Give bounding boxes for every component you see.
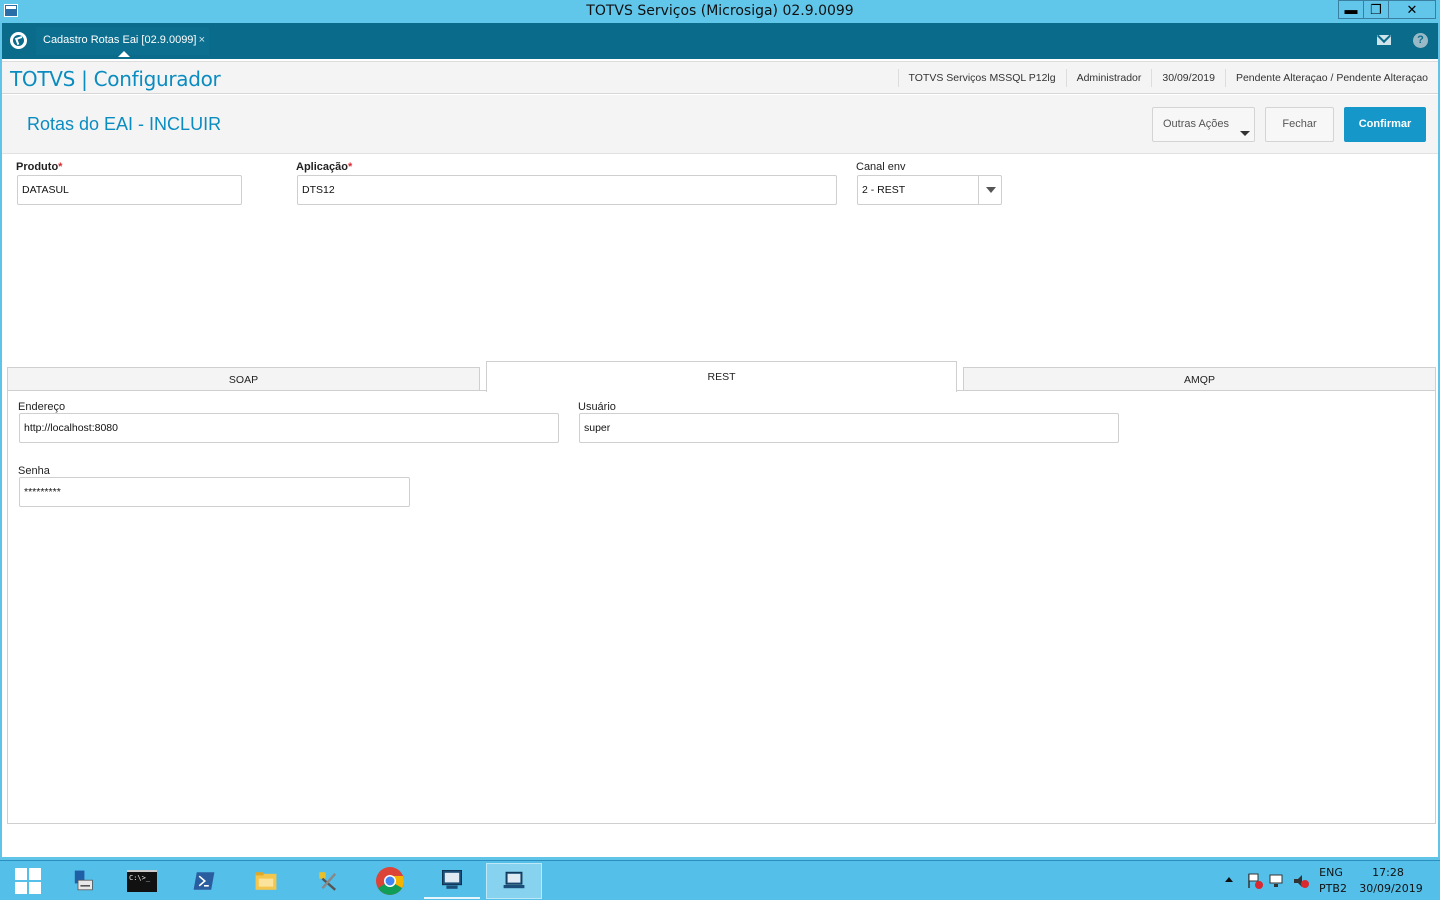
totvs-logo-icon[interactable]	[10, 32, 27, 49]
environment-label: TOTVS Serviços MSSQL P12lg	[897, 68, 1066, 87]
volume-muted-icon[interactable]	[1292, 873, 1310, 889]
file-explorer-button[interactable]	[238, 863, 294, 899]
totvs-smartclient-button[interactable]	[424, 863, 480, 899]
close-window-button[interactable]: ✕	[1388, 0, 1436, 19]
status-label: Pendente Alteraçao / Pendente Alteraçao	[1224, 68, 1438, 87]
chrome-icon	[376, 867, 404, 895]
produto-input[interactable]: DATASUL	[17, 175, 242, 205]
tab-cadastro-rotas-eai[interactable]: Cadastro Rotas Eai [02.9.0099] ×	[36, 27, 209, 57]
canal-env-value: 2 - REST	[862, 184, 906, 196]
window-title-bar: TOTVS Serviços (Microsiga) 02.9.0099 ▬ ❐…	[0, 0, 1440, 23]
produto-label-text: Produto	[16, 161, 59, 173]
tools-button[interactable]	[300, 863, 356, 899]
minimize-button[interactable]: ▬	[1338, 0, 1364, 19]
clock-time[interactable]: 17:28	[1368, 866, 1408, 879]
powershell-button[interactable]	[176, 863, 232, 899]
aplicacao-input[interactable]: DTS12	[297, 175, 837, 205]
monitor-icon	[442, 870, 462, 889]
flag-alert-icon[interactable]	[1246, 873, 1264, 889]
language-label[interactable]: ENG	[1316, 866, 1346, 879]
outras-acoes-label: Outras Ações	[1163, 118, 1230, 130]
senha-input[interactable]: *********	[19, 477, 410, 507]
command-prompt-button[interactable]: C:\>_	[114, 863, 170, 899]
required-mark: *	[58, 161, 63, 173]
chevron-down-icon	[1240, 131, 1250, 136]
brand-title: TOTVS | Configurador	[10, 67, 221, 91]
chrome-button[interactable]	[362, 863, 418, 899]
endereco-input[interactable]: http://localhost:8080	[19, 413, 559, 443]
tab-rest[interactable]: REST	[486, 361, 957, 392]
tab-amqp[interactable]: AMQP	[963, 367, 1436, 391]
windows-taskbar: C:\>_ ENG PTB2 17:28 30/09/2019	[0, 860, 1440, 900]
close-tab-icon[interactable]: ×	[199, 27, 205, 53]
clock-date[interactable]: 30/09/2019	[1358, 882, 1424, 895]
senha-label: Senha	[18, 465, 50, 477]
chevron-down-icon[interactable]	[978, 176, 1001, 204]
app-tab-bar: Cadastro Rotas Eai [02.9.0099] × ?	[2, 23, 1438, 59]
date-label: 30/09/2019	[1151, 68, 1225, 87]
server-manager-icon	[74, 870, 93, 891]
server-manager-button[interactable]	[54, 863, 110, 899]
start-button[interactable]	[0, 863, 56, 899]
mail-icon[interactable]	[1377, 35, 1391, 45]
app-frame: Cadastro Rotas Eai [02.9.0099] × ? TOTVS…	[2, 23, 1438, 857]
produto-label: Produto*	[16, 161, 62, 173]
keyboard-layout-label[interactable]: PTB2	[1316, 882, 1350, 895]
required-mark: *	[347, 161, 353, 173]
command-prompt-icon: C:\>_	[127, 870, 157, 892]
help-icon[interactable]: ?	[1413, 33, 1428, 48]
tab-soap[interactable]: SOAP	[7, 367, 480, 391]
outras-acoes-button[interactable]: Outras Ações	[1152, 107, 1255, 142]
restore-button[interactable]: ❐	[1363, 0, 1389, 19]
tab-pointer	[118, 51, 130, 57]
window-controls: ▬ ❐ ✕	[1338, 0, 1436, 19]
usuario-label: Usuário	[578, 401, 616, 413]
confirmar-button[interactable]: Confirmar	[1344, 107, 1426, 142]
powershell-icon	[193, 872, 215, 890]
active-app-button[interactable]	[486, 863, 542, 899]
tools-icon	[319, 872, 337, 891]
aplicacao-label: Aplicação*	[296, 161, 352, 173]
laptop-icon	[503, 871, 525, 889]
endereco-label: Endereço	[18, 401, 66, 413]
page-title: Rotas do EAI - INCLUIR	[27, 114, 222, 134]
usuario-input[interactable]: super	[579, 413, 1119, 443]
app-tab-label: Cadastro Rotas Eai [02.9.0099]	[43, 34, 197, 46]
fechar-button[interactable]: Fechar	[1265, 107, 1334, 142]
window-title: TOTVS Serviços (Microsiga) 02.9.0099	[586, 3, 854, 19]
canal-env-label: Canal env	[856, 161, 906, 173]
session-info: TOTVS Serviços MSSQL P12lg Administrador…	[897, 62, 1438, 93]
aplicacao-label-text: Aplicação	[296, 161, 348, 173]
page-bar: Rotas do EAI - INCLUIR Outras Ações Fech…	[2, 95, 1438, 154]
app-header: TOTVS | Configurador TOTVS Serviços MSSQ…	[2, 61, 1438, 94]
rest-tab-panel: Endereço http://localhost:8080 Usuário s…	[7, 390, 1436, 824]
windows-logo-icon	[15, 868, 41, 894]
canal-env-select[interactable]: 2 - REST	[857, 175, 1002, 205]
show-hidden-icons[interactable]	[1225, 877, 1233, 882]
folder-icon	[255, 872, 277, 890]
network-icon[interactable]	[1268, 873, 1286, 889]
user-label: Administrador	[1065, 68, 1152, 87]
